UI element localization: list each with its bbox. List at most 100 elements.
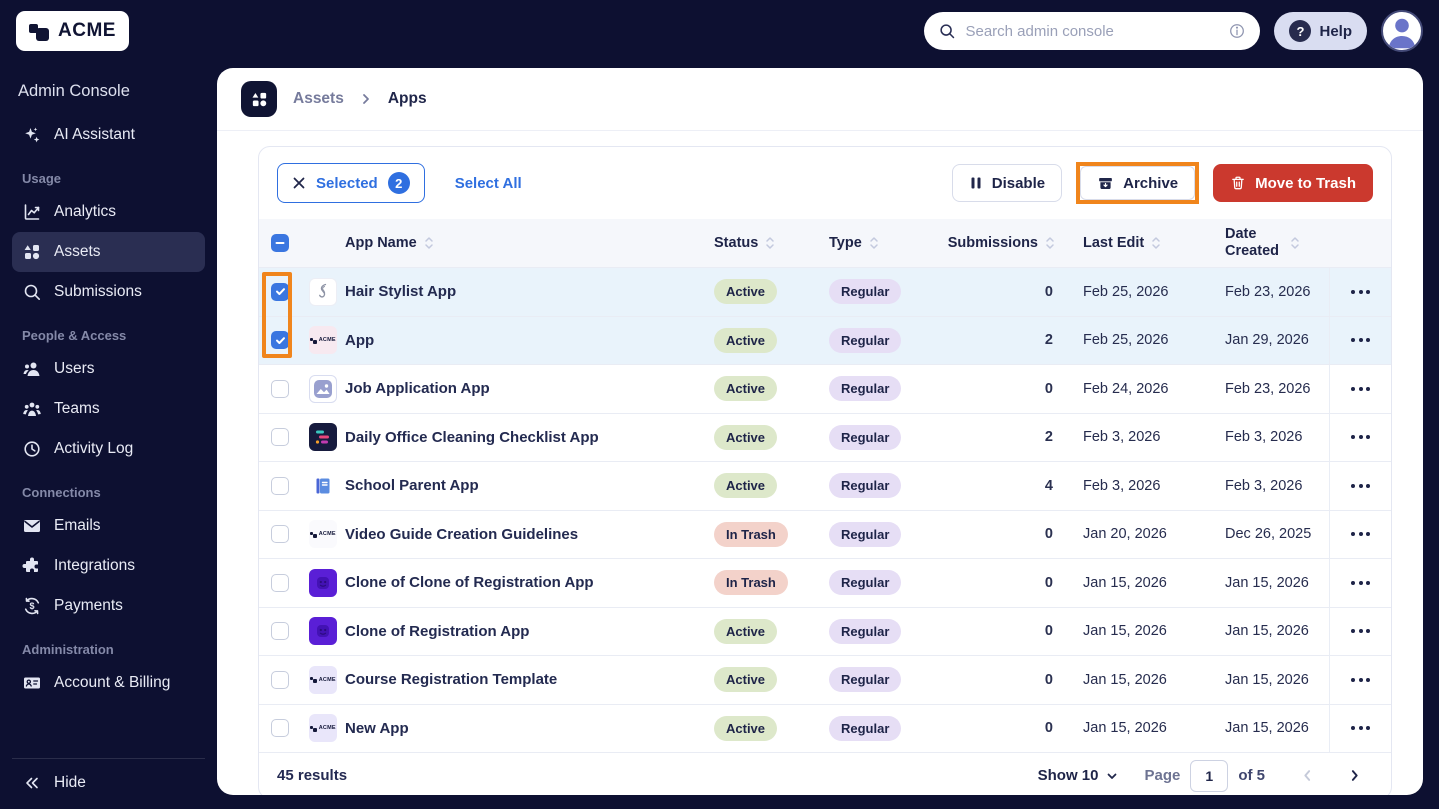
archive-icon [1097, 175, 1114, 192]
type-badge: Regular [829, 376, 901, 401]
app-name-link[interactable]: Course Registration Template [345, 671, 557, 688]
user-avatar[interactable] [1381, 10, 1423, 52]
search-input[interactable] [965, 23, 1219, 40]
payments-icon: $ [22, 596, 42, 616]
column-header-type[interactable]: Type [829, 235, 941, 252]
row-actions-button[interactable] [1345, 332, 1376, 348]
row-checkbox[interactable] [271, 574, 289, 592]
row-actions-button[interactable] [1345, 623, 1376, 639]
acme-app-icon: ACME [309, 326, 337, 354]
date-created: Jan 15, 2026 [1211, 720, 1329, 736]
selected-chip[interactable]: Selected 2 [277, 163, 425, 203]
breadcrumb-assets-link[interactable]: Assets [293, 90, 344, 108]
last-edit-date: Feb 3, 2026 [1069, 478, 1211, 494]
column-header-status[interactable]: Status [714, 235, 829, 252]
sort-icon [765, 236, 775, 250]
column-header-date-created[interactable]: Date Created [1211, 226, 1329, 259]
envelope-icon [22, 516, 42, 536]
type-badge: Regular [829, 425, 901, 450]
row-checkbox[interactable] [271, 622, 289, 640]
row-actions-button[interactable] [1345, 381, 1376, 397]
app-name-link[interactable]: App [345, 332, 374, 349]
clear-selection-icon[interactable] [292, 176, 306, 190]
acme-app-icon: ACME [309, 714, 337, 742]
app-name-link[interactable]: Clone of Clone of Registration App [345, 574, 594, 591]
next-page-button[interactable] [1336, 763, 1373, 788]
puzzle-icon [22, 556, 42, 576]
row-checkbox[interactable] [271, 331, 289, 349]
sidebar-item-ai-assistant[interactable]: AI Assistant [12, 115, 205, 155]
search-icon [22, 282, 42, 302]
table-body: Hair Stylist App Active Regular 0 Feb 25… [259, 267, 1391, 752]
help-button[interactable]: ? Help [1274, 12, 1367, 50]
row-actions-button[interactable] [1345, 478, 1376, 494]
last-edit-date: Feb 24, 2026 [1069, 381, 1211, 397]
row-actions-button[interactable] [1345, 720, 1376, 736]
row-actions-button[interactable] [1345, 284, 1376, 300]
table-row: ACME New App Active Regular 0 Jan 15, 20… [259, 704, 1391, 753]
last-edit-date: Jan 15, 2026 [1069, 720, 1211, 736]
sidebar-item-emails[interactable]: Emails [12, 506, 205, 546]
column-header-app-name[interactable]: App Name [345, 235, 714, 252]
page-size-select[interactable]: Show 10 [1038, 767, 1119, 784]
app-name-link[interactable]: Video Guide Creation Guidelines [345, 526, 578, 543]
sort-icon [1045, 236, 1055, 250]
date-created: Jan 29, 2026 [1211, 332, 1329, 348]
move-to-trash-button[interactable]: Move to Trash [1213, 164, 1373, 202]
select-all-button[interactable]: Select All [455, 175, 522, 192]
sidebar-item-submissions[interactable]: Submissions [12, 272, 205, 312]
clock-icon [22, 439, 42, 459]
question-icon: ? [1289, 20, 1311, 42]
disable-button[interactable]: Disable [952, 164, 1062, 202]
sidebar-hide-button[interactable]: Hide [12, 763, 205, 803]
chevron-right-icon [360, 93, 372, 105]
sidebar-item-analytics[interactable]: Analytics [12, 192, 205, 232]
previous-page-button[interactable] [1289, 763, 1326, 788]
app-name-link[interactable]: School Parent App [345, 477, 479, 494]
last-edit-date: Jan 15, 2026 [1069, 575, 1211, 591]
sidebar-item-teams[interactable]: Teams [12, 389, 205, 429]
table-row: Hair Stylist App Active Regular 0 Feb 25… [259, 267, 1391, 316]
row-checkbox[interactable] [271, 428, 289, 446]
row-actions-button[interactable] [1345, 575, 1376, 591]
search-icon [938, 22, 956, 40]
sidebar-item-activity-log[interactable]: Activity Log [12, 429, 205, 469]
app-name-link[interactable]: New App [345, 720, 409, 737]
page-number-input[interactable] [1190, 760, 1228, 792]
archive-button[interactable]: Archive [1080, 166, 1195, 200]
app-name-link[interactable]: Clone of Registration App [345, 623, 529, 640]
row-actions-button[interactable] [1345, 429, 1376, 445]
row-actions-button[interactable] [1345, 526, 1376, 542]
results-count: 45 results [277, 767, 347, 784]
row-checkbox[interactable] [271, 719, 289, 737]
app-name-link[interactable]: Hair Stylist App [345, 283, 456, 300]
date-created: Feb 23, 2026 [1211, 284, 1329, 300]
acme-logo-icon [29, 20, 51, 42]
sidebar-item-assets[interactable]: Assets [12, 232, 205, 272]
status-badge: Active [714, 716, 777, 741]
acme-app-icon: ACME [309, 520, 337, 548]
type-badge: Regular [829, 570, 901, 595]
app-name-link[interactable]: Job Application App [345, 380, 490, 397]
sidebar-item-users[interactable]: Users [12, 349, 205, 389]
row-checkbox[interactable] [271, 477, 289, 495]
pause-icon [969, 176, 983, 190]
info-icon[interactable] [1228, 22, 1246, 40]
submissions-count: 0 [941, 720, 1069, 736]
row-checkbox[interactable] [271, 525, 289, 543]
sidebar-item-account-billing[interactable]: Account & Billing [12, 663, 205, 703]
submissions-count: 2 [941, 429, 1069, 445]
select-all-checkbox[interactable] [271, 234, 289, 252]
sidebar-item-integrations[interactable]: Integrations [12, 546, 205, 586]
column-header-last-edit[interactable]: Last Edit [1069, 235, 1211, 252]
last-edit-date: Jan 20, 2026 [1069, 526, 1211, 542]
admin-search [924, 12, 1260, 50]
row-actions-button[interactable] [1345, 672, 1376, 688]
column-header-submissions[interactable]: Submissions [941, 235, 1069, 252]
app-name-link[interactable]: Daily Office Cleaning Checklist App [345, 429, 599, 446]
hair-stylist-app-icon [309, 278, 337, 306]
sidebar-item-payments[interactable]: $ Payments [12, 586, 205, 626]
row-checkbox[interactable] [271, 380, 289, 398]
row-checkbox[interactable] [271, 671, 289, 689]
row-checkbox[interactable] [271, 283, 289, 301]
